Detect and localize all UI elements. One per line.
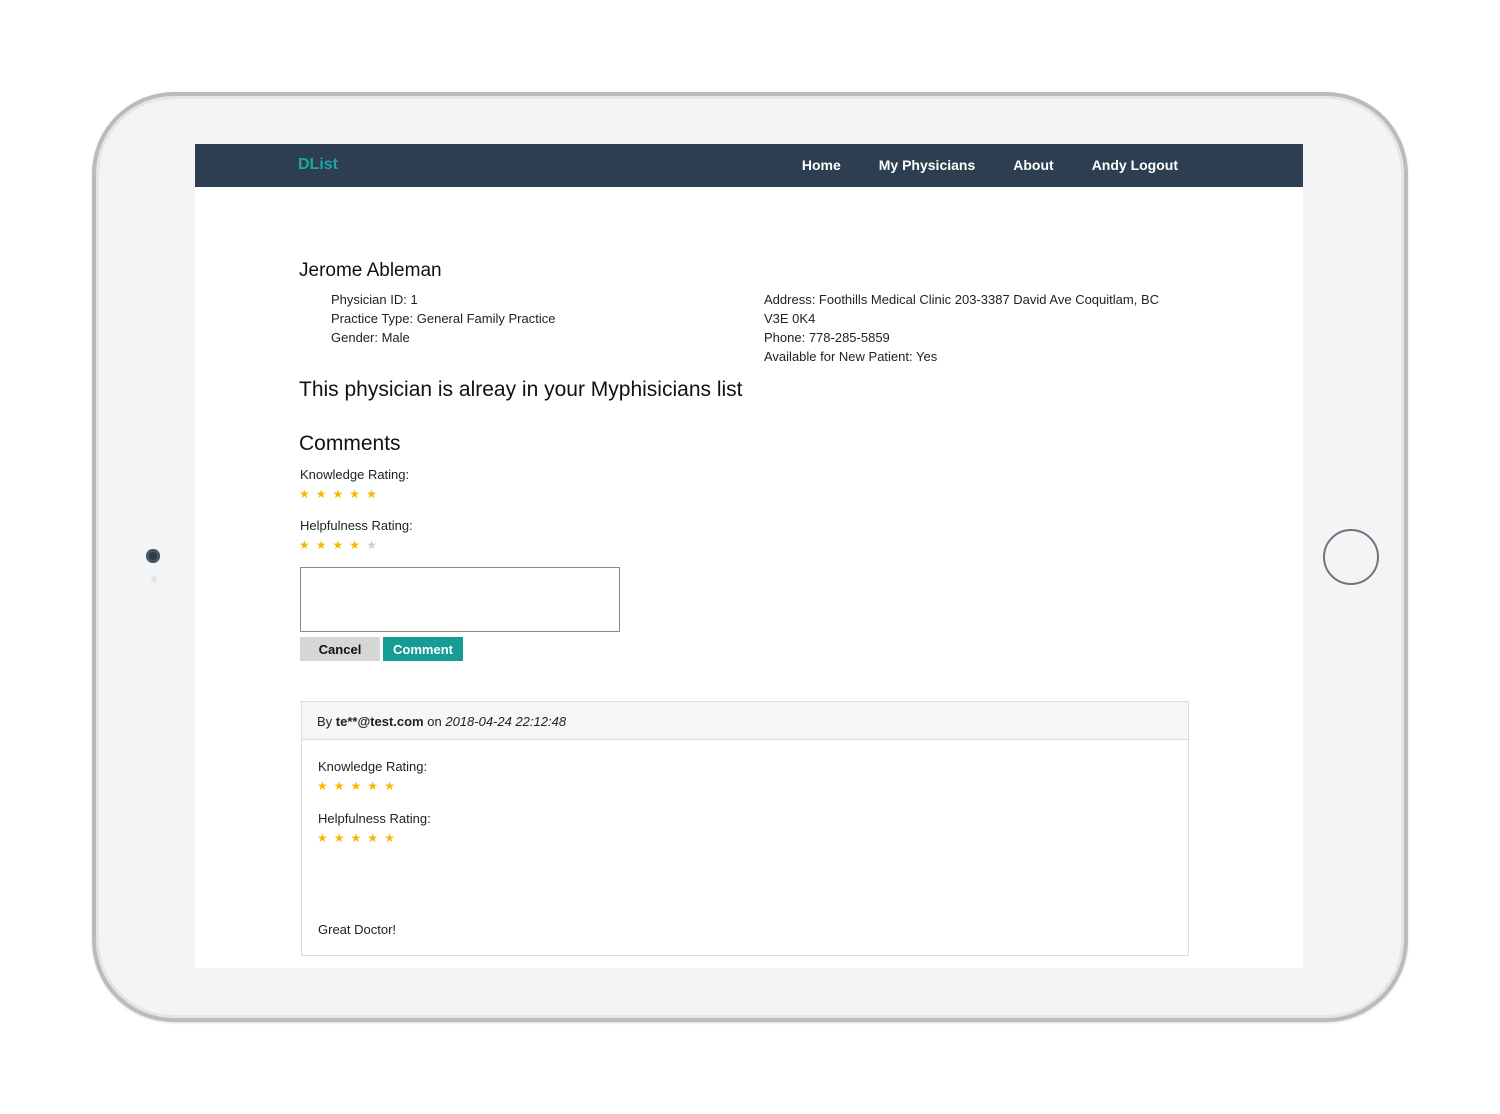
star-icon[interactable]: ★ bbox=[316, 488, 327, 500]
comment-date: 2018-04-24 22:12:48 bbox=[445, 714, 567, 729]
star-icon: ★ bbox=[384, 779, 395, 793]
nav-link-logout[interactable]: Andy Logout bbox=[1092, 157, 1178, 173]
star-icon: ★ bbox=[367, 831, 379, 845]
already-in-list-notice: This physician is alreay in your Myphisi… bbox=[299, 378, 743, 401]
gender: Gender: Male bbox=[331, 330, 410, 345]
comment-button[interactable]: Comment bbox=[383, 637, 463, 661]
physician-id: Physician ID: 1 bbox=[331, 292, 418, 307]
star-icon: ★ bbox=[333, 779, 345, 793]
star-icon[interactable]: ★ bbox=[349, 539, 360, 551]
brand-logo[interactable]: DList bbox=[298, 156, 338, 174]
comment-textarea[interactable] bbox=[300, 567, 620, 632]
sensor-dot bbox=[151, 576, 157, 582]
nav-link-my-physicians[interactable]: My Physicians bbox=[879, 157, 976, 173]
comment-on-label: on bbox=[427, 714, 442, 729]
star-icon[interactable]: ★ bbox=[299, 488, 310, 500]
form-helpfulness-label: Helpfulness Rating: bbox=[300, 518, 413, 533]
star-icon: ★ bbox=[317, 831, 328, 845]
comments-heading: Comments bbox=[299, 432, 401, 455]
nav-link-about[interactable]: About bbox=[1013, 157, 1053, 173]
comment-text: Great Doctor! bbox=[318, 922, 397, 937]
star-icon: ★ bbox=[384, 831, 395, 845]
address: Address: Foothills Medical Clinic 203-33… bbox=[764, 292, 1160, 326]
star-icon[interactable]: ★ bbox=[299, 539, 310, 551]
comment-by-label: By bbox=[317, 714, 333, 729]
star-icon: ★ bbox=[350, 831, 362, 845]
browser-screen: DList Home My Physicians About Andy Logo… bbox=[195, 144, 1303, 968]
nav-link-home[interactable]: Home bbox=[802, 157, 841, 173]
cancel-button[interactable]: Cancel bbox=[300, 637, 380, 661]
practice-type: Practice Type: General Family Practice bbox=[331, 311, 556, 326]
star-icon[interactable]: ★ bbox=[349, 488, 360, 500]
comment-knowledge-stars: ★ ★ ★ ★ ★ bbox=[317, 780, 395, 792]
form-helpfulness-stars[interactable]: ★ ★ ★ ★ ★ bbox=[299, 539, 377, 551]
star-icon[interactable]: ★ bbox=[333, 539, 344, 551]
star-icon[interactable]: ★ bbox=[333, 488, 344, 500]
star-icon[interactable]: ★ bbox=[316, 539, 327, 551]
physician-details-right: Address: Foothills Medical Clinic 203-33… bbox=[764, 290, 1184, 366]
camera-icon bbox=[146, 549, 160, 563]
star-icon: ★ bbox=[350, 779, 362, 793]
comment-card: By te**@test.com on 2018-04-24 22:12:48 … bbox=[301, 701, 1189, 956]
comment-helpfulness-label: Helpfulness Rating: bbox=[318, 811, 431, 826]
star-icon: ★ bbox=[317, 779, 328, 793]
physician-name: Jerome Ableman bbox=[299, 260, 442, 281]
availability: Available for New Patient: Yes bbox=[764, 349, 938, 364]
home-button-icon[interactable] bbox=[1323, 529, 1379, 585]
physician-details-left: Physician ID: 1 Practice Type: General F… bbox=[331, 290, 555, 347]
star-icon: ★ bbox=[367, 779, 379, 793]
comment-author: te**@test.com bbox=[335, 714, 424, 729]
nav-links: Home My Physicians About Andy Logout bbox=[802, 157, 1178, 173]
comment-helpfulness-stars: ★ ★ ★ ★ ★ bbox=[317, 832, 395, 844]
star-empty-icon[interactable]: ★ bbox=[366, 539, 377, 551]
form-knowledge-label: Knowledge Rating: bbox=[300, 467, 410, 482]
comment-card-header: By te**@test.com on 2018-04-24 22:12:48 bbox=[302, 702, 1188, 740]
comment-knowledge-label: Knowledge Rating: bbox=[318, 759, 428, 774]
phone: Phone: 778-285-5859 bbox=[764, 330, 890, 345]
form-knowledge-stars[interactable]: ★ ★ ★ ★ ★ bbox=[299, 488, 377, 500]
star-icon: ★ bbox=[333, 831, 345, 845]
navbar: DList Home My Physicians About Andy Logo… bbox=[195, 144, 1303, 187]
star-icon[interactable]: ★ bbox=[366, 488, 377, 500]
